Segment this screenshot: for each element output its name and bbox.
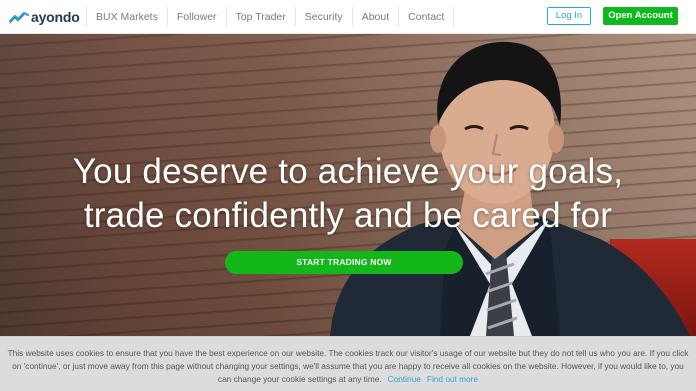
nav-item-bux-markets[interactable]: BUX Markets xyxy=(86,7,167,27)
logo-text: ayondo xyxy=(31,9,80,25)
ayondo-chart-logo-icon xyxy=(9,11,29,24)
cookie-continue-link[interactable]: Continue xyxy=(388,374,421,384)
open-account-button[interactable]: Open Account xyxy=(603,7,678,25)
cookie-banner: This website uses cookies to ensure that… xyxy=(0,336,696,391)
hero-headline-line-2: trade confidently and be cared for xyxy=(83,196,613,235)
nav-item-about[interactable]: About xyxy=(351,7,398,27)
hero-headline: You deserve to achieve your goals, trade… xyxy=(0,150,696,238)
nav-item-follower[interactable]: Follower xyxy=(166,7,226,27)
cookie-notice-text: This website uses cookies to ensure that… xyxy=(7,348,689,384)
cookie-find-out-more-link[interactable]: Find out more xyxy=(427,374,478,384)
logo[interactable]: ayondo xyxy=(9,8,80,26)
site-header: ayondo BUX Markets Follower Top Trader S… xyxy=(0,0,696,34)
login-button[interactable]: Log In xyxy=(547,7,591,25)
start-trading-button[interactable]: START TRADING NOW xyxy=(225,251,463,274)
hero-banner: You deserve to achieve your goals, trade… xyxy=(0,34,696,336)
nav-item-security[interactable]: Security xyxy=(294,7,352,27)
main-nav: BUX Markets Follower Top Trader Security… xyxy=(86,7,455,27)
hero-headline-line-1: You deserve to achieve your goals, xyxy=(72,152,624,191)
nav-item-top-trader[interactable]: Top Trader xyxy=(225,7,295,27)
nav-item-contact[interactable]: Contact xyxy=(398,7,455,27)
